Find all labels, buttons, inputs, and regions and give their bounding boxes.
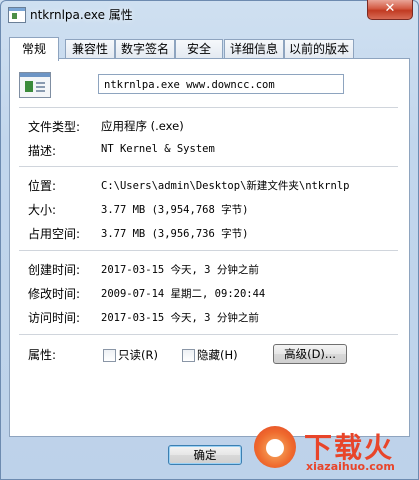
tab-strip: 常规 兼容性 数字签名 安全 详细信息 以前的版本 (9, 37, 409, 61)
readonly-checkbox[interactable] (103, 349, 116, 362)
accessed-label: 访问时间: (28, 311, 81, 325)
size-on-disk-value: 3.77 MB (3,956,736 字节) (101, 228, 249, 240)
xiazaihuo-logo-icon (254, 426, 296, 468)
attributes-label: 属性: (28, 348, 57, 362)
ok-button[interactable]: 确定 (168, 445, 242, 465)
tab-security[interactable]: 安全 (175, 39, 223, 59)
tab-compatibility[interactable]: 兼容性 (65, 39, 115, 59)
tab-digital-signatures[interactable]: 数字签名 (115, 39, 175, 59)
title-bar[interactable]: ntkrnlpa.exe 属性 ✕ (0, 0, 419, 30)
hidden-checkbox[interactable] (182, 349, 195, 362)
divider (19, 166, 398, 167)
divider (19, 334, 398, 335)
file-name-field[interactable]: ntkrnlpa.exe www.downcc.com (98, 74, 344, 94)
tab-general[interactable]: 常规 (9, 37, 59, 61)
size-value: 3.77 MB (3,954,768 字节) (101, 204, 249, 216)
tab-details[interactable]: 详细信息 (224, 39, 284, 59)
file-type-icon (19, 72, 51, 98)
watermark: 下载火 xiazaihuo.com (244, 424, 419, 480)
size-on-disk-label: 占用空间: (28, 227, 81, 241)
created-value: 2017-03-15 今天, 3 分钟之前 (101, 264, 259, 276)
watermark-url: xiazaihuo.com (306, 460, 395, 473)
modified-label: 修改时间: (28, 287, 81, 301)
general-panel (9, 58, 410, 437)
readonly-checkbox-label[interactable]: 只读(R) (118, 347, 158, 363)
modified-value: 2009-07-14 星期二, 09:20:44 (101, 288, 266, 300)
description-value: NT Kernel & System (101, 143, 215, 155)
accessed-value: 2017-03-15 今天, 3 分钟之前 (101, 312, 259, 324)
hidden-checkbox-label[interactable]: 隐藏(H) (197, 347, 238, 363)
file-type-value: 应用程序 (.exe) (101, 119, 184, 133)
file-type-label: 文件类型: (28, 120, 81, 134)
size-label: 大小: (28, 203, 57, 217)
app-window-icon (8, 7, 26, 23)
close-button[interactable]: ✕ (367, 0, 413, 20)
location-label: 位置: (28, 179, 57, 193)
location-value: C:\Users\admin\Desktop\新建文件夹\ntkrnlp (101, 180, 350, 192)
window-title: ntkrnlpa.exe 属性 (30, 8, 133, 22)
divider (19, 250, 398, 251)
tab-previous-versions[interactable]: 以前的版本 (284, 39, 354, 59)
description-label: 描述: (28, 144, 57, 158)
advanced-button[interactable]: 高级(D)... (273, 344, 347, 364)
created-label: 创建时间: (28, 263, 81, 277)
divider (19, 107, 398, 108)
